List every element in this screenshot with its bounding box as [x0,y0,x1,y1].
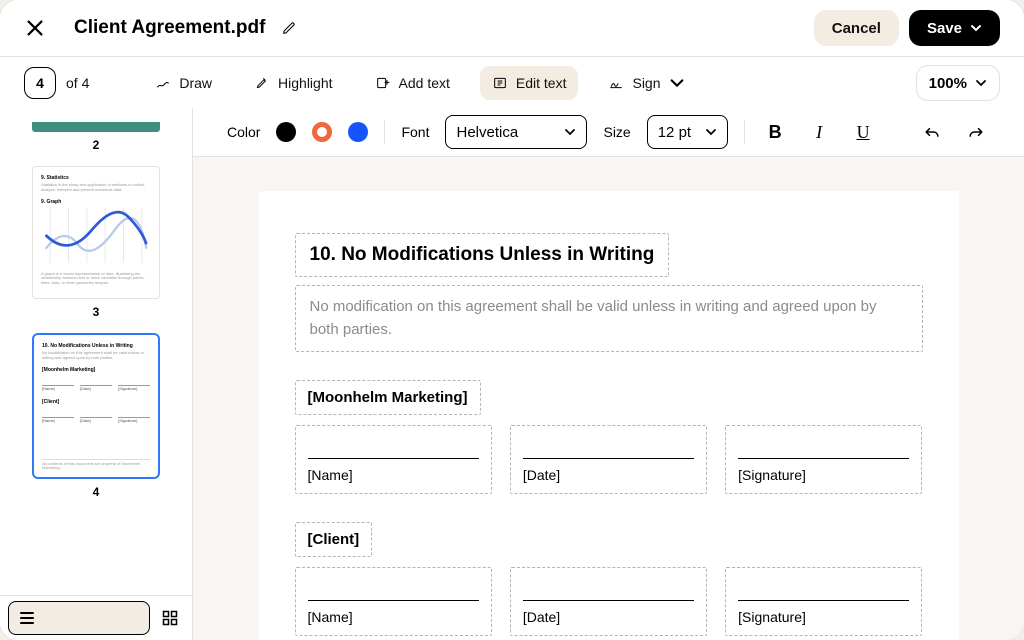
signature-field-signature[interactable]: [Signature] [725,567,922,636]
workspace: 2 9. Statistics Statistics is the study … [0,108,1024,640]
color-swatch-orange[interactable] [312,122,332,142]
thumbnail-label-4: 4 [93,485,100,499]
save-button[interactable]: Save [909,10,1000,46]
page-count: of 4 [66,75,89,91]
sidebar-view-toggle [0,595,192,640]
section-heading[interactable]: 10. No Modifications Unless in Writing [295,233,670,277]
color-swatch-black[interactable] [276,122,296,142]
chevron-down-icon [970,22,982,34]
draw-icon [155,75,171,91]
redo-button[interactable] [962,118,990,146]
undo-button[interactable] [918,118,946,146]
app-window: Client Agreement.pdf Cancel Save 4 of 4 … [0,0,1024,640]
sign-icon [608,75,624,91]
zoom-control[interactable]: 100% [916,65,1000,101]
party-label-1[interactable]: [Moonhelm Marketing] [295,380,481,415]
list-view-button[interactable] [8,601,150,635]
document-title: Client Agreement.pdf [74,17,265,39]
signature-field-date[interactable]: [Date] [510,425,707,494]
thumbnail-label-3: 3 [93,305,100,319]
color-swatch-blue[interactable] [348,122,368,142]
divider [744,120,745,144]
signature-field-name[interactable]: [Name] [295,425,492,494]
edit-text-tool[interactable]: Edit text [480,66,579,100]
document-viewport[interactable]: 10. No Modifications Unless in Writing N… [193,157,1024,640]
cancel-button[interactable]: Cancel [814,10,899,46]
size-select[interactable]: 12 pt [647,115,728,149]
document-page: 10. No Modifications Unless in Writing N… [259,191,959,640]
bold-button[interactable]: B [761,118,789,146]
current-page-indicator[interactable]: 4 [24,67,56,99]
divider [384,120,385,144]
thumbnail-page-4[interactable]: 10. No Modifications Unless in Writing N… [32,333,160,479]
thumbnail-label-2: 2 [93,138,100,152]
main-toolbar: 4 of 4 Draw Highlight Add text Edit text… [0,57,1024,110]
party-label-2[interactable]: [Client] [295,522,373,557]
draw-tool[interactable]: Draw [143,66,224,100]
underline-button[interactable]: U [849,118,877,146]
rename-icon[interactable] [275,14,303,42]
close-icon[interactable] [24,17,46,39]
signature-field-date[interactable]: [Date] [510,567,707,636]
signature-field-name[interactable]: [Name] [295,567,492,636]
section-body[interactable]: No modification on this agreement shall … [295,285,923,352]
thumbnail-page-2-partial[interactable] [32,122,160,132]
highlight-icon [254,75,270,91]
title-bar: Client Agreement.pdf Cancel Save [0,0,1024,57]
color-label: Color [227,124,260,140]
chevron-down-icon [669,75,685,91]
chevron-down-icon [705,126,717,138]
thumbnail-sidebar: 2 9. Statistics Statistics is the study … [0,108,193,640]
grid-view-button[interactable] [156,604,184,632]
chevron-down-icon [564,126,576,138]
chevron-down-icon [975,77,987,89]
chart-icon [41,205,151,265]
sign-tool[interactable]: Sign [596,66,696,100]
size-label: Size [603,124,630,140]
editor-pane: Color Font Helvetica Size 12 pt B I U [193,108,1024,640]
format-toolbar: Color Font Helvetica Size 12 pt B I U [193,108,1024,157]
add-text-tool[interactable]: Add text [363,66,462,100]
italic-button[interactable]: I [805,118,833,146]
font-label: Font [401,124,429,140]
signature-field-signature[interactable]: [Signature] [725,425,922,494]
font-select[interactable]: Helvetica [445,115,587,149]
add-text-icon [375,75,391,91]
edit-text-icon [492,75,508,91]
highlight-tool[interactable]: Highlight [242,66,344,100]
thumbnail-page-3[interactable]: 9. Statistics Statistics is the study an… [32,166,160,299]
